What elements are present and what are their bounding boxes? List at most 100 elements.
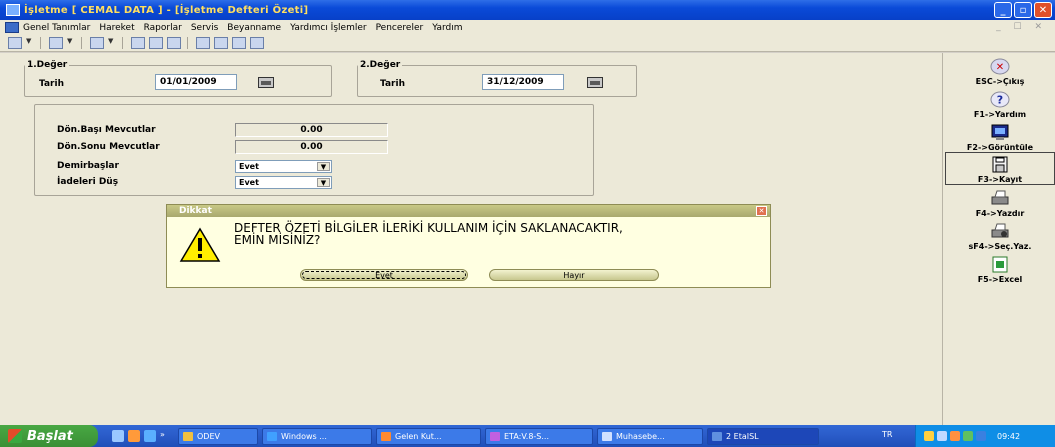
menu-beyanname[interactable]: Beyanname [227,23,281,33]
tray-icon[interactable] [937,431,947,441]
outlook-icon [381,431,391,441]
tray-icon[interactable] [950,431,960,441]
start-button[interactable]: Başlat [0,425,98,447]
toolbar: ▼ ▼ ▼ [0,35,1055,52]
menu-servis[interactable]: Servis [191,23,218,33]
language-indicator[interactable]: TR [882,430,892,439]
iadeleri-select[interactable]: Evet ▼ [235,176,332,189]
menu-pencereler[interactable]: Pencereler [376,23,424,33]
menu-hareket[interactable]: Hareket [99,23,134,33]
task-gelen-kutu[interactable]: Gelen Kut... [376,427,481,445]
command-panel: ✕ ESC->Çıkış ? F1->Yardım F2->Görüntüle … [942,53,1055,425]
print-select-button[interactable]: sF4->Seç.Yaz. [945,218,1055,251]
donbasi-value: 0.00 [235,123,388,137]
quicklaunch-desktop-icon[interactable] [112,430,124,442]
chevron-down-icon[interactable]: ▼ [317,162,330,171]
view-label: F2->Görüntüle [966,143,1034,152]
toolbar-list-icon[interactable] [250,37,264,49]
date1-input[interactable]: 01/01/2009 [155,74,237,90]
toolbar-settings-icon[interactable] [49,37,63,49]
chevron-down-icon[interactable]: ▼ [317,178,330,187]
exit-button[interactable]: ✕ ESC->Çıkış [945,53,1055,86]
clock: 09:42 [997,431,1021,441]
minimize-button[interactable]: _ [994,2,1012,18]
task-label: Windows ... [281,431,327,441]
toolbar-separator [40,37,41,49]
system-tray: 09:42 [915,425,1055,447]
start-label: Başlat [27,428,73,444]
dropdown-arrow-icon[interactable]: ▼ [108,37,114,49]
exit-icon: ✕ [989,58,1011,75]
task-muhasebe[interactable]: Muhasebe... [597,427,703,445]
excel-icon [989,256,1011,273]
tarih2-label: Tarih [380,79,405,89]
toolbar-users-icon[interactable] [90,37,104,49]
exit-label: ESC->Çıkış [975,77,1025,86]
yes-button[interactable]: Evet [300,269,468,281]
svg-text:?: ? [997,94,1003,107]
dropdown-arrow-icon[interactable]: ▼ [26,37,32,49]
help-button[interactable]: ? F1->Yardım [945,86,1055,119]
print-select-icon [989,223,1011,240]
toolbar-grid-icon[interactable] [167,37,181,49]
view-button[interactable]: F2->Görüntüle [945,119,1055,152]
taskbar: Başlat » ODEV Windows ... Gelen Kut... E… [0,425,1055,447]
no-button[interactable]: Hayır [489,269,659,281]
save-button[interactable]: F3->Kayıt [945,152,1055,185]
warning-icon [179,227,221,262]
windows-logo-icon [8,429,22,443]
svg-text:✕: ✕ [996,62,1004,73]
menu-yardimci-islemler[interactable]: Yardımcı İşlemler [290,23,367,33]
close-icon[interactable]: ✕ [756,206,767,216]
task-etaisl[interactable]: 2 EtaISL [707,427,819,445]
dialog-title: Dikkat [179,206,212,216]
child-window-controls[interactable]: _ ☐ ✕ [996,22,1047,32]
toolbar-tree-icon[interactable] [8,37,22,49]
menu-bar: Genel Tanımlar Hareket Raporlar Servis B… [0,20,1055,35]
excel-button[interactable]: F5->Excel [945,251,1055,284]
save-icon [989,156,1011,173]
donbasi-label: Dön.Başı Mevcutlar [57,125,156,135]
tray-icon[interactable] [924,431,934,441]
print-select-label: sF4->Seç.Yaz. [968,242,1032,251]
dialog-message: DEFTER ÖZETİ BİLGİLER İLERİKİ KULLANIM İ… [234,221,623,247]
task-windows[interactable]: Windows ... [262,427,372,445]
demirbaslar-select[interactable]: Evet ▼ [235,160,332,173]
task-label: ODEV [197,431,220,441]
date2-input[interactable]: 31/12/2009 [482,74,564,90]
toolbar-refresh-icon[interactable] [232,37,246,49]
task-label: Muhasebe... [616,431,665,441]
task-label: 2 EtaISL [726,431,759,441]
document-icon[interactable] [5,22,19,33]
dropdown-arrow-icon[interactable]: ▼ [67,37,73,49]
task-odev[interactable]: ODEV [178,427,258,445]
print-icon [989,190,1011,207]
iadeleri-label: İadeleri Düş [57,177,119,187]
menu-genel-tanimlar[interactable]: Genel Tanımlar [23,23,90,33]
menu-raporlar[interactable]: Raporlar [144,23,182,33]
close-button[interactable]: ✕ [1034,2,1052,18]
donsonu-label: Dön.Sonu Mevcutlar [57,142,160,152]
menu-yardim[interactable]: Yardım [432,23,462,33]
toolbar-report-icon[interactable] [214,37,228,49]
donsonu-value: 0.00 [235,140,388,154]
folder-icon [183,431,193,441]
monitor-icon [989,124,1011,141]
maximize-button[interactable]: ▫ [1014,2,1032,18]
calendar-icon[interactable] [587,77,603,88]
confirm-dialog: Dikkat ✕ DEFTER ÖZETİ BİLGİLER İLERİKİ K… [166,204,771,288]
quicklaunch-ie-icon[interactable] [144,430,156,442]
app-group-icon [712,431,722,441]
toolbar-window-icon[interactable] [131,37,145,49]
tray-icon[interactable] [963,431,973,441]
print-button[interactable]: F4->Yazdır [945,185,1055,218]
calendar-icon[interactable] [258,77,274,88]
tray-icon[interactable] [976,431,986,441]
task-eta[interactable]: ETA:V.8-S... [485,427,593,445]
help-label: F1->Yardım [973,110,1027,119]
toolbar-window-split-icon[interactable] [149,37,163,49]
quicklaunch-outlook-icon[interactable] [128,430,140,442]
chevron-right-icon[interactable]: » [160,430,168,442]
toolbar-table-icon[interactable] [196,37,210,49]
excel-label: F5->Excel [977,275,1023,284]
